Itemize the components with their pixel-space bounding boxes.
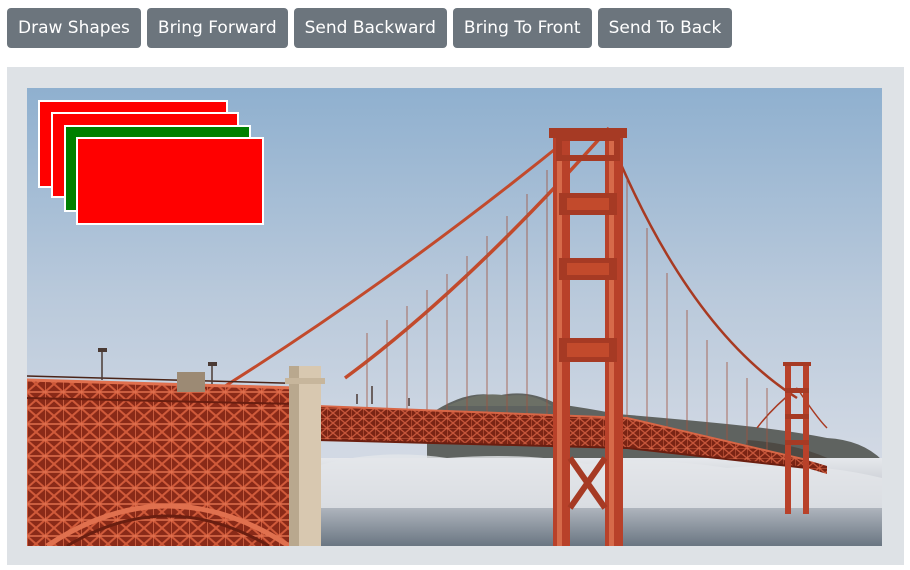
rectangle-shape-4[interactable] <box>76 137 264 225</box>
canvas-panel <box>7 67 904 565</box>
toolbar: Draw Shapes Bring Forward Send Backward … <box>7 8 733 48</box>
send-to-back-button[interactable]: Send To Back <box>597 8 733 48</box>
send-backward-button[interactable]: Send Backward <box>293 8 447 48</box>
bring-to-front-button[interactable]: Bring To Front <box>452 8 592 48</box>
bring-forward-button[interactable]: Bring Forward <box>146 8 288 48</box>
draw-shapes-button[interactable]: Draw Shapes <box>7 8 141 48</box>
drawing-canvas[interactable] <box>27 88 882 546</box>
